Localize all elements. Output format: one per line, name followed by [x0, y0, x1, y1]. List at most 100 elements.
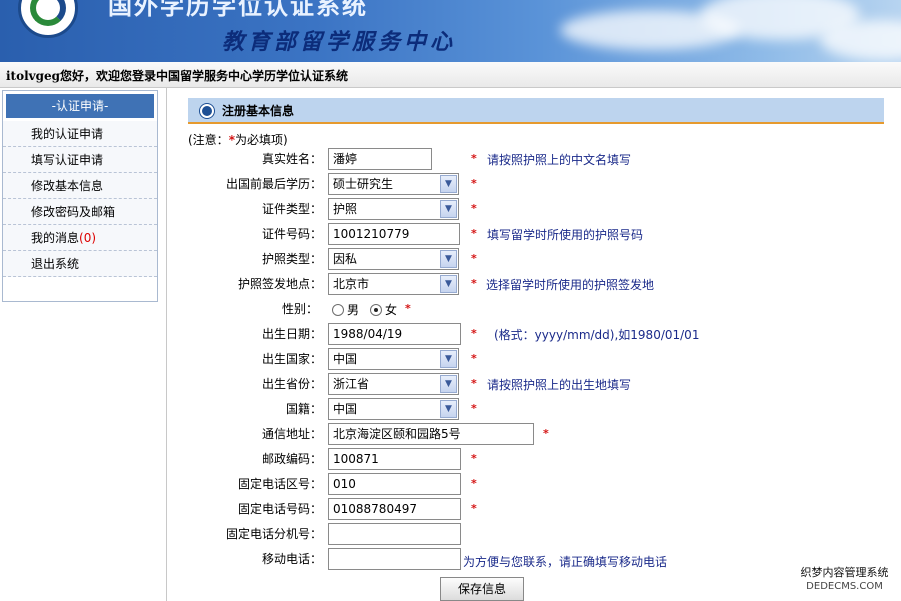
birth-country-label: 出生国家： [261, 352, 322, 366]
required-mark: * [471, 252, 477, 265]
issue-place-select[interactable]: 北京市 ▼ [328, 273, 459, 295]
required-mark: * [543, 427, 549, 440]
address-label: 通信地址： [261, 427, 322, 441]
id-type-select[interactable]: 护照 ▼ [328, 198, 459, 220]
required-mark: * [471, 377, 477, 390]
row-postal-code: 邮政编码： 100871 * [188, 448, 888, 470]
row-phone-number: 固定电话号码： 01088780497 * [188, 498, 888, 520]
welcome-message: itolvgeg您好，欢迎您登录中国留学服务中心学历学位认证系统 [0, 62, 901, 88]
center-title: 教育部留学服务中心 [222, 29, 457, 55]
gender-male-option[interactable]: 男 [332, 301, 359, 318]
phone-number-label: 固定电话号码： [237, 502, 322, 516]
row-gender: 性别： 男 女 * [188, 298, 888, 320]
required-mark: * [405, 302, 411, 315]
nationality-select[interactable]: 中国 ▼ [328, 398, 459, 420]
birth-province-select[interactable]: 浙江省 ▼ [328, 373, 459, 395]
required-mark: * [471, 402, 477, 415]
real-name-label: 真实姓名： [261, 152, 322, 166]
phone-area-label: 固定电话区号： [237, 477, 322, 491]
passport-type-label: 护照类型： [261, 252, 322, 266]
required-mark: * [471, 327, 477, 340]
chevron-down-icon: ▼ [440, 175, 457, 193]
vertical-divider [166, 88, 167, 601]
id-type-label: 证件类型： [261, 202, 322, 216]
phone-area-input[interactable]: 010 [328, 473, 461, 495]
passport-type-select[interactable]: 因私 ▼ [328, 248, 459, 270]
header-banner: 国外学历学位认证系统 教育部留学服务中心 [0, 0, 901, 62]
required-mark: * [471, 502, 477, 515]
postal-code-label: 邮政编码： [261, 452, 322, 466]
id-number-input[interactable]: 1001210779 [328, 223, 460, 245]
sidebar-item-fill-application[interactable]: 填写认证申请 [3, 147, 157, 173]
required-mark: * [471, 177, 477, 190]
birth-date-input[interactable]: 1988/04/19 [328, 323, 461, 345]
phone-number-input[interactable]: 01088780497 [328, 498, 461, 520]
row-phone-ext: 固定电话分机号： [188, 523, 888, 545]
mobile-label: 移动电话： [261, 552, 322, 566]
birth-date-hint: (格式：yyyy/mm/dd),如1980/01/01 [494, 328, 700, 342]
birth-country-select[interactable]: 中国 ▼ [328, 348, 459, 370]
birth-province-hint: 请按照护照上的出生地填写 [487, 378, 632, 392]
issue-place-hint: 选择留学时所使用的护照签发地 [486, 278, 655, 292]
id-number-label: 证件号码： [261, 227, 322, 241]
unread-count-badge: (0) [79, 231, 97, 245]
row-phone-area: 固定电话区号： 010 * [188, 473, 888, 495]
nationality-label: 国籍： [285, 402, 322, 416]
chevron-down-icon: ▼ [440, 275, 457, 293]
chevron-down-icon: ▼ [440, 250, 457, 268]
required-mark: * [471, 452, 477, 465]
row-passport-type: 护照类型： 因私 ▼ * [188, 248, 888, 270]
system-title: 国外学历学位认证系统 [108, 0, 368, 20]
real-name-input[interactable]: 潘婷 [328, 148, 432, 170]
row-issue-place: 护照签发地点： 北京市 ▼ * 选择留学时所使用的护照签发地 [188, 273, 888, 295]
chevron-down-icon: ▼ [440, 375, 457, 393]
education-label: 出国前最后学历： [225, 177, 322, 191]
radio-unchecked-icon [332, 304, 344, 316]
chevron-down-icon: ▼ [440, 350, 457, 368]
radio-checked-icon [370, 304, 382, 316]
required-mark: * [471, 152, 477, 165]
row-real-name: 真实姓名： 潘婷 * 请按照护照上的中文名填写 [188, 148, 888, 170]
save-button[interactable]: 保存信息 [440, 577, 524, 601]
row-birth-date: 出生日期： 1988/04/19 * (格式：yyyy/mm/dd),如1980… [188, 323, 888, 345]
real-name-hint: 请按照护照上的中文名填写 [487, 153, 632, 167]
postal-code-input[interactable]: 100871 [328, 448, 461, 470]
row-id-number: 证件号码： 1001210779 * 填写留学时所使用的护照号码 [188, 223, 888, 245]
row-birth-country: 出生国家： 中国 ▼ * [188, 348, 888, 370]
birth-date-label: 出生日期： [261, 327, 322, 341]
watermark: 织梦内容管理系统 DEDECMS.COM [800, 566, 889, 592]
row-id-type: 证件类型： 护照 ▼ * [188, 198, 888, 220]
phone-ext-input[interactable] [328, 523, 461, 545]
form-title: 注册基本信息 [222, 104, 295, 118]
sidebar-item-change-password[interactable]: 修改密码及邮箱 [3, 199, 157, 225]
mobile-input[interactable] [328, 548, 461, 570]
form-title-bar: 注册基本信息 [188, 98, 884, 124]
logo-emblem [18, 0, 78, 38]
issue-place-label: 护照签发地点： [237, 277, 322, 291]
required-mark: * [471, 277, 477, 290]
row-mobile: 移动电话： 为方便与您联系，请正确填写移动电话 [188, 548, 888, 570]
education-select[interactable]: 硕士研究生 ▼ [328, 173, 459, 195]
required-mark: * [471, 352, 477, 365]
sidebar-heading: -认证申请- [6, 94, 154, 118]
sidebar-item-my-messages[interactable]: 我的消息(0) [3, 225, 157, 251]
required-note: (注意：*为必填项) [188, 133, 288, 147]
phone-ext-label: 固定电话分机号： [225, 527, 322, 541]
mobile-hint: 为方便与您联系，请正确填写移动电话 [463, 555, 668, 569]
address-input[interactable]: 北京海淀区颐和园路5号 [328, 423, 534, 445]
gender-female-option[interactable]: 女 [370, 301, 397, 318]
sidebar-item-logout[interactable]: 退出系统 [3, 251, 157, 277]
gender-label: 性别： [281, 302, 318, 316]
row-birth-province: 出生省份： 浙江省 ▼ * 请按照护照上的出生地填写 [188, 373, 888, 395]
birth-province-label: 出生省份： [261, 377, 322, 391]
chevron-down-icon: ▼ [440, 200, 457, 218]
sidebar-item-edit-basic-info[interactable]: 修改基本信息 [3, 173, 157, 199]
row-education: 出国前最后学历： 硕士研究生 ▼ * [188, 173, 888, 195]
sidebar-item-my-applications[interactable]: 我的认证申请 [3, 121, 157, 147]
required-mark: * [471, 227, 477, 240]
required-mark: * [471, 202, 477, 215]
bullet-icon [200, 104, 214, 118]
required-mark: * [471, 477, 477, 490]
sidebar: -认证申请- 我的认证申请 填写认证申请 修改基本信息 修改密码及邮箱 我的消息… [2, 90, 158, 302]
chevron-down-icon: ▼ [440, 400, 457, 418]
